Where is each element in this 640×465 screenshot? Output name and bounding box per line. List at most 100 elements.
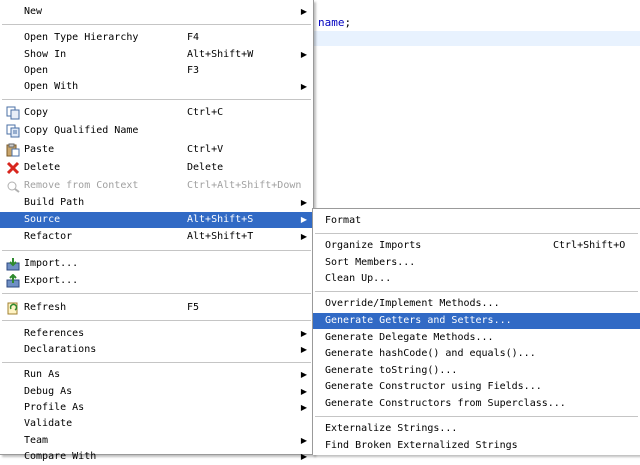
menu-item-label: Format xyxy=(325,215,362,226)
submenu-item-generate-getters-setters[interactable]: Generate Getters and Setters... xyxy=(313,313,640,329)
menu-separator xyxy=(2,250,311,251)
menu-separator xyxy=(2,24,311,25)
menu-item-label: Run As xyxy=(24,369,61,380)
submenu-item-generate-hashcode-equals[interactable]: Generate hashCode() and equals()... xyxy=(313,346,640,362)
copy-qualified-name-icon xyxy=(6,124,20,138)
menu-item-label: Paste xyxy=(24,144,55,155)
import-icon xyxy=(6,257,20,271)
menu-item-label: Copy xyxy=(24,107,49,118)
submenu-item-find-broken-externalized-strings[interactable]: Find Broken Externalized Strings xyxy=(313,438,640,454)
export-icon xyxy=(6,273,20,288)
menu-item-debug-as[interactable]: Debug As ▶ xyxy=(0,384,313,400)
menu-item-label: Override/Implement Methods... xyxy=(325,298,500,309)
menu-item-label: Open xyxy=(24,65,49,76)
menu-item-build-path[interactable]: Build Path ▶ xyxy=(0,195,313,211)
submenu-item-externalize-strings[interactable]: Externalize Strings... xyxy=(313,421,640,437)
submenu-item-sort-members[interactable]: Sort Members... xyxy=(313,255,640,271)
menu-separator xyxy=(2,99,311,100)
menu-item-delete[interactable]: Delete Delete xyxy=(0,160,313,176)
menu-item-export[interactable]: Export... xyxy=(0,273,313,289)
menu-item-label: Remove from Context xyxy=(24,180,139,191)
submenu-arrow-icon: ▶ xyxy=(300,50,307,59)
submenu-arrow-icon: ▶ xyxy=(300,370,307,379)
submenu-arrow-icon: ▶ xyxy=(300,82,307,91)
submenu-arrow-icon: ▶ xyxy=(300,198,307,207)
menu-item-references[interactable]: References ▶ xyxy=(0,326,313,342)
menu-item-label: Team xyxy=(24,435,49,446)
menu-item-shortcut: Alt+Shift+T xyxy=(187,231,254,242)
menu-item-declarations[interactable]: Declarations ▶ xyxy=(0,342,313,358)
menu-item-label: Generate Getters and Setters... xyxy=(325,315,512,326)
menu-item-label: Source xyxy=(24,214,61,225)
menu-item-label: Import... xyxy=(24,258,79,269)
menu-separator xyxy=(315,416,638,417)
menu-item-open[interactable]: Open F3 xyxy=(0,63,313,79)
submenu-item-clean-up[interactable]: Clean Up... xyxy=(313,271,640,287)
delete-icon xyxy=(6,161,20,175)
menu-item-run-as[interactable]: Run As ▶ xyxy=(0,367,313,383)
menu-item-label: Refactor xyxy=(24,231,73,242)
menu-item-remove-from-context: Remove from Context Ctrl+Alt+Shift+Down xyxy=(0,178,313,194)
submenu-arrow-icon: ▶ xyxy=(300,329,307,338)
menu-item-label: Open With xyxy=(24,81,79,92)
menu-item-new[interactable]: New ▶ xyxy=(0,4,313,20)
menu-item-team[interactable]: Team ▶ xyxy=(0,433,313,449)
submenu-arrow-icon: ▶ xyxy=(300,7,307,16)
submenu-arrow-icon: ▶ xyxy=(300,232,307,241)
menu-separator xyxy=(2,320,311,321)
submenu-item-generate-delegate-methods[interactable]: Generate Delegate Methods... xyxy=(313,330,640,346)
code-line: name; xyxy=(318,16,351,29)
submenu-item-generate-tostring[interactable]: Generate toString()... xyxy=(313,363,640,379)
menu-item-refresh[interactable]: Refresh F5 xyxy=(0,300,313,316)
menu-item-copy[interactable]: Copy Ctrl+C xyxy=(0,105,313,121)
menu-item-label: Refresh xyxy=(24,302,67,313)
menu-item-label: Organize Imports xyxy=(325,240,422,251)
menu-item-label: Export... xyxy=(24,275,79,286)
menu-item-label: Copy Qualified Name xyxy=(24,125,139,136)
menu-item-source[interactable]: Source Alt+Shift+S ▶ xyxy=(0,212,313,228)
submenu-item-generate-constructor-fields[interactable]: Generate Constructor using Fields... xyxy=(313,379,640,395)
menu-item-shortcut: F5 xyxy=(187,302,200,313)
menu-item-validate[interactable]: Validate xyxy=(0,416,313,432)
submenu-item-override-implement-methods[interactable]: Override/Implement Methods... xyxy=(313,296,640,312)
menu-item-shortcut: Alt+Shift+W xyxy=(187,49,254,60)
context-menu: New ▶ Open Type Hierarchy F4 Show In Alt… xyxy=(0,0,314,462)
menu-item-shortcut: Alt+Shift+S xyxy=(187,214,254,225)
submenu-item-format[interactable]: Format xyxy=(313,213,640,229)
menu-item-open-with[interactable]: Open With ▶ xyxy=(0,79,313,95)
menu-item-compare-with[interactable]: Compare With ▶ xyxy=(0,449,313,465)
menu-item-paste[interactable]: Paste Ctrl+V xyxy=(0,142,313,158)
copy-icon xyxy=(6,106,20,120)
menu-separator xyxy=(315,291,638,292)
submenu-item-organize-imports[interactable]: Organize Imports Ctrl+Shift+O xyxy=(313,238,640,254)
code-identifier: name xyxy=(318,16,345,29)
menu-item-import[interactable]: Import... xyxy=(0,256,313,272)
source-submenu: Format Organize Imports Ctrl+Shift+O Sor… xyxy=(312,208,640,455)
menu-item-label: Debug As xyxy=(24,386,73,397)
menu-item-profile-as[interactable]: Profile As ▶ xyxy=(0,400,313,416)
menu-item-label: Find Broken Externalized Strings xyxy=(325,440,518,451)
menu-separator xyxy=(315,233,638,234)
menu-item-label: Build Path xyxy=(24,197,85,208)
menu-item-shortcut: Ctrl+C xyxy=(187,107,224,118)
menu-item-shortcut: Ctrl+Alt+Shift+Down xyxy=(187,180,302,191)
menu-item-label: Show In xyxy=(24,49,67,60)
menu-item-copy-qualified-name[interactable]: Copy Qualified Name xyxy=(0,123,313,139)
submenu-arrow-icon: ▶ xyxy=(300,387,307,396)
code-semicolon: ; xyxy=(344,16,352,29)
submenu-arrow-icon: ▶ xyxy=(300,215,307,224)
menu-item-show-in[interactable]: Show In Alt+Shift+W ▶ xyxy=(0,47,313,63)
menu-item-label: Generate Delegate Methods... xyxy=(325,332,494,343)
menu-item-label: Generate toString()... xyxy=(325,365,458,376)
menu-item-refactor[interactable]: Refactor Alt+Shift+T ▶ xyxy=(0,229,313,245)
menu-item-label: Clean Up... xyxy=(325,273,392,284)
menu-item-label: Compare With xyxy=(24,451,97,462)
submenu-item-generate-constructors-superclass[interactable]: Generate Constructors from Superclass... xyxy=(313,396,640,412)
menu-item-shortcut: Ctrl+V xyxy=(187,144,224,155)
menu-item-open-type-hierarchy[interactable]: Open Type Hierarchy F4 xyxy=(0,30,313,46)
menu-item-label: Validate xyxy=(24,418,73,429)
menu-item-label: Externalize Strings... xyxy=(325,423,458,434)
menu-separator xyxy=(2,293,311,294)
submenu-arrow-icon: ▶ xyxy=(300,436,307,445)
remove-context-icon xyxy=(6,179,20,193)
